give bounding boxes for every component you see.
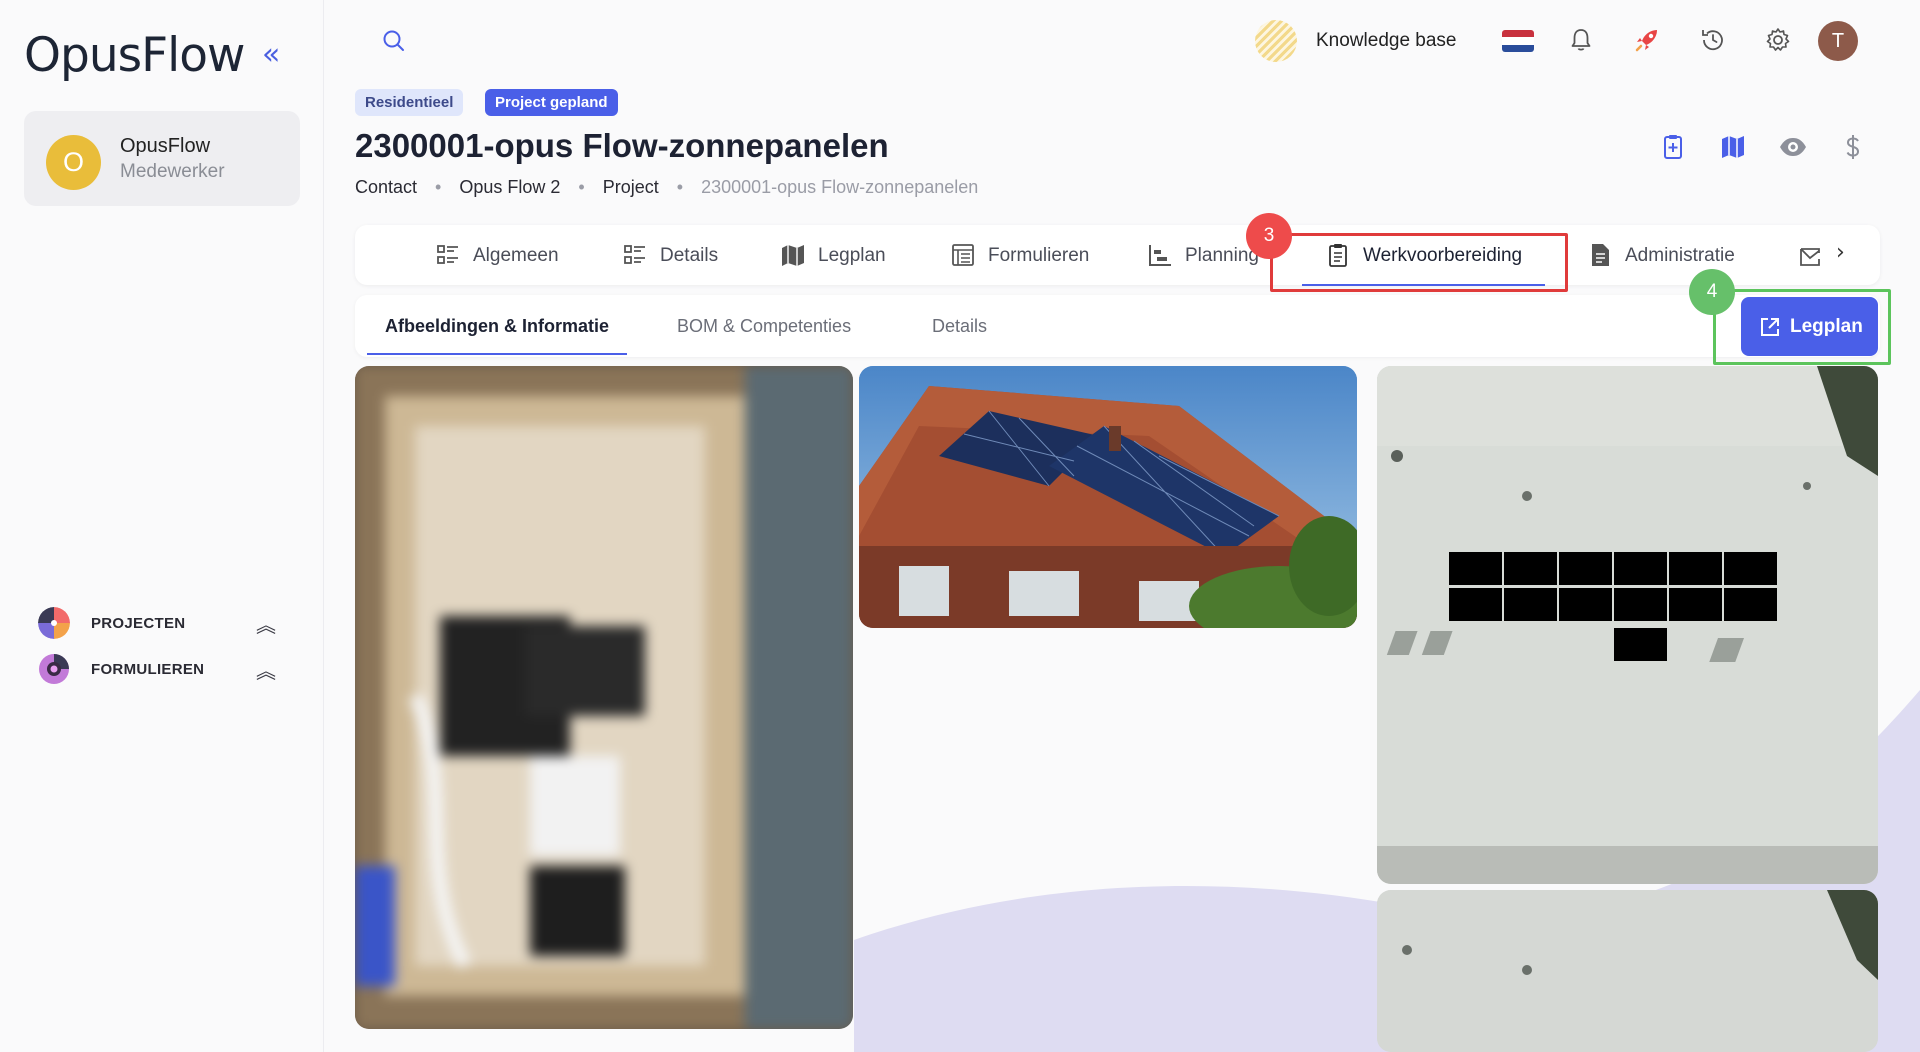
sidebar: OpusFlow « O OpusFlow Medewerker PROJECT…: [0, 0, 324, 1052]
dollar-icon[interactable]: [1838, 132, 1868, 162]
subtab-afbeeldingen[interactable]: Afbeeldingen & Informatie: [385, 316, 609, 337]
aerial-legplan-photo[interactable]: [1377, 366, 1878, 884]
user-name: OpusFlow: [120, 135, 211, 157]
breadcrumb-company[interactable]: Opus Flow 2: [459, 177, 560, 198]
solar-roof-photo[interactable]: [859, 366, 1357, 628]
map-icon[interactable]: [1718, 132, 1748, 162]
user-card[interactable]: O OpusFlow Medewerker: [24, 111, 300, 206]
tab-label: Formulieren: [988, 245, 1090, 266]
meter-cabinet-photo[interactable]: [355, 366, 853, 1029]
breadcrumb-separator: •: [578, 177, 585, 197]
list-icon: [437, 245, 458, 264]
status-badge: Project gepland: [485, 89, 618, 116]
tutorial-step-badge: 3: [1246, 213, 1292, 259]
user-role: Medewerker: [120, 161, 225, 182]
subtab-bom[interactable]: BOM & Competenties: [677, 316, 851, 337]
chevron-up-icon[interactable]: ︽: [256, 655, 276, 684]
list-icon: [624, 245, 645, 264]
residential-badge: Residentieel: [355, 89, 464, 116]
tab-label: Legplan: [818, 245, 886, 266]
breadcrumb-current: 2300001-opus Flow-zonnepanelen: [701, 177, 979, 197]
document-icon: [1592, 244, 1609, 266]
sidebar-item-projecten[interactable]: PROJECTEN ︽: [38, 605, 288, 641]
forms-ring-icon: [39, 654, 69, 684]
tutorial-highlight-werkvoorbereiding: [1270, 233, 1568, 292]
map-icon: [782, 245, 804, 266]
opusflow-logo[interactable]: OpusFlow: [24, 28, 245, 83]
breadcrumb-separator: •: [435, 177, 442, 197]
user-avatar: O: [46, 135, 101, 190]
project-tabs: Algemeen Details Legplan Formulieren Pla…: [355, 225, 1880, 285]
active-subtab-indicator: [367, 353, 627, 355]
collapse-sidebar-icon[interactable]: «: [262, 40, 280, 70]
form-icon: [952, 244, 974, 266]
knowledge-base-link[interactable]: Knowledge base: [1316, 30, 1457, 52]
history-icon[interactable]: [1699, 26, 1727, 54]
tab-label: Administratie: [1625, 245, 1735, 266]
breadcrumb-separator: •: [676, 177, 684, 197]
message-icon[interactable]: [1798, 245, 1822, 269]
page-title: 2300001-opus Flow-zonnepanelen: [355, 127, 889, 164]
open-legplan-button[interactable]: Legplan: [1741, 297, 1878, 356]
eye-icon[interactable]: [1778, 132, 1808, 162]
bell-icon[interactable]: [1567, 26, 1595, 54]
profile-avatar[interactable]: T: [1818, 21, 1858, 61]
gear-icon[interactable]: [1764, 26, 1792, 54]
projects-pie-icon: [38, 607, 70, 639]
sidebar-item-label: PROJECTEN: [91, 615, 186, 632]
breadcrumb-project[interactable]: Project: [603, 177, 659, 198]
rocket-icon[interactable]: [1633, 26, 1661, 54]
external-link-icon: [1761, 318, 1779, 336]
sidebar-item-label: FORMULIEREN: [91, 661, 205, 678]
tab-label: Planning: [1185, 245, 1259, 266]
breadcrumb-contact[interactable]: Contact: [355, 177, 417, 198]
chart-icon: [1149, 245, 1171, 266]
tutorial-step-badge: 4: [1689, 269, 1735, 315]
sub-tabs: Afbeeldingen & Informatie BOM & Competen…: [355, 295, 1880, 357]
legplan-button-label: Legplan: [1790, 316, 1863, 337]
aerial-photo-2[interactable]: [1377, 890, 1878, 1052]
breadcrumb: Contact • Opus Flow 2 • Project • 230000…: [355, 177, 978, 198]
subtab-details[interactable]: Details: [932, 316, 987, 337]
tab-label: Details: [660, 245, 719, 266]
chevron-right-icon[interactable]: ›: [1836, 240, 1845, 265]
chevron-up-icon[interactable]: ︽: [256, 609, 276, 638]
clipboard-add-icon[interactable]: [1658, 132, 1688, 162]
search-icon[interactable]: [381, 28, 407, 54]
sidebar-item-formulieren[interactable]: FORMULIEREN ︽: [38, 651, 288, 687]
knowledge-base-icon[interactable]: [1255, 20, 1297, 62]
tab-label: Algemeen: [473, 245, 559, 266]
netherlands-flag-icon[interactable]: [1502, 30, 1534, 52]
